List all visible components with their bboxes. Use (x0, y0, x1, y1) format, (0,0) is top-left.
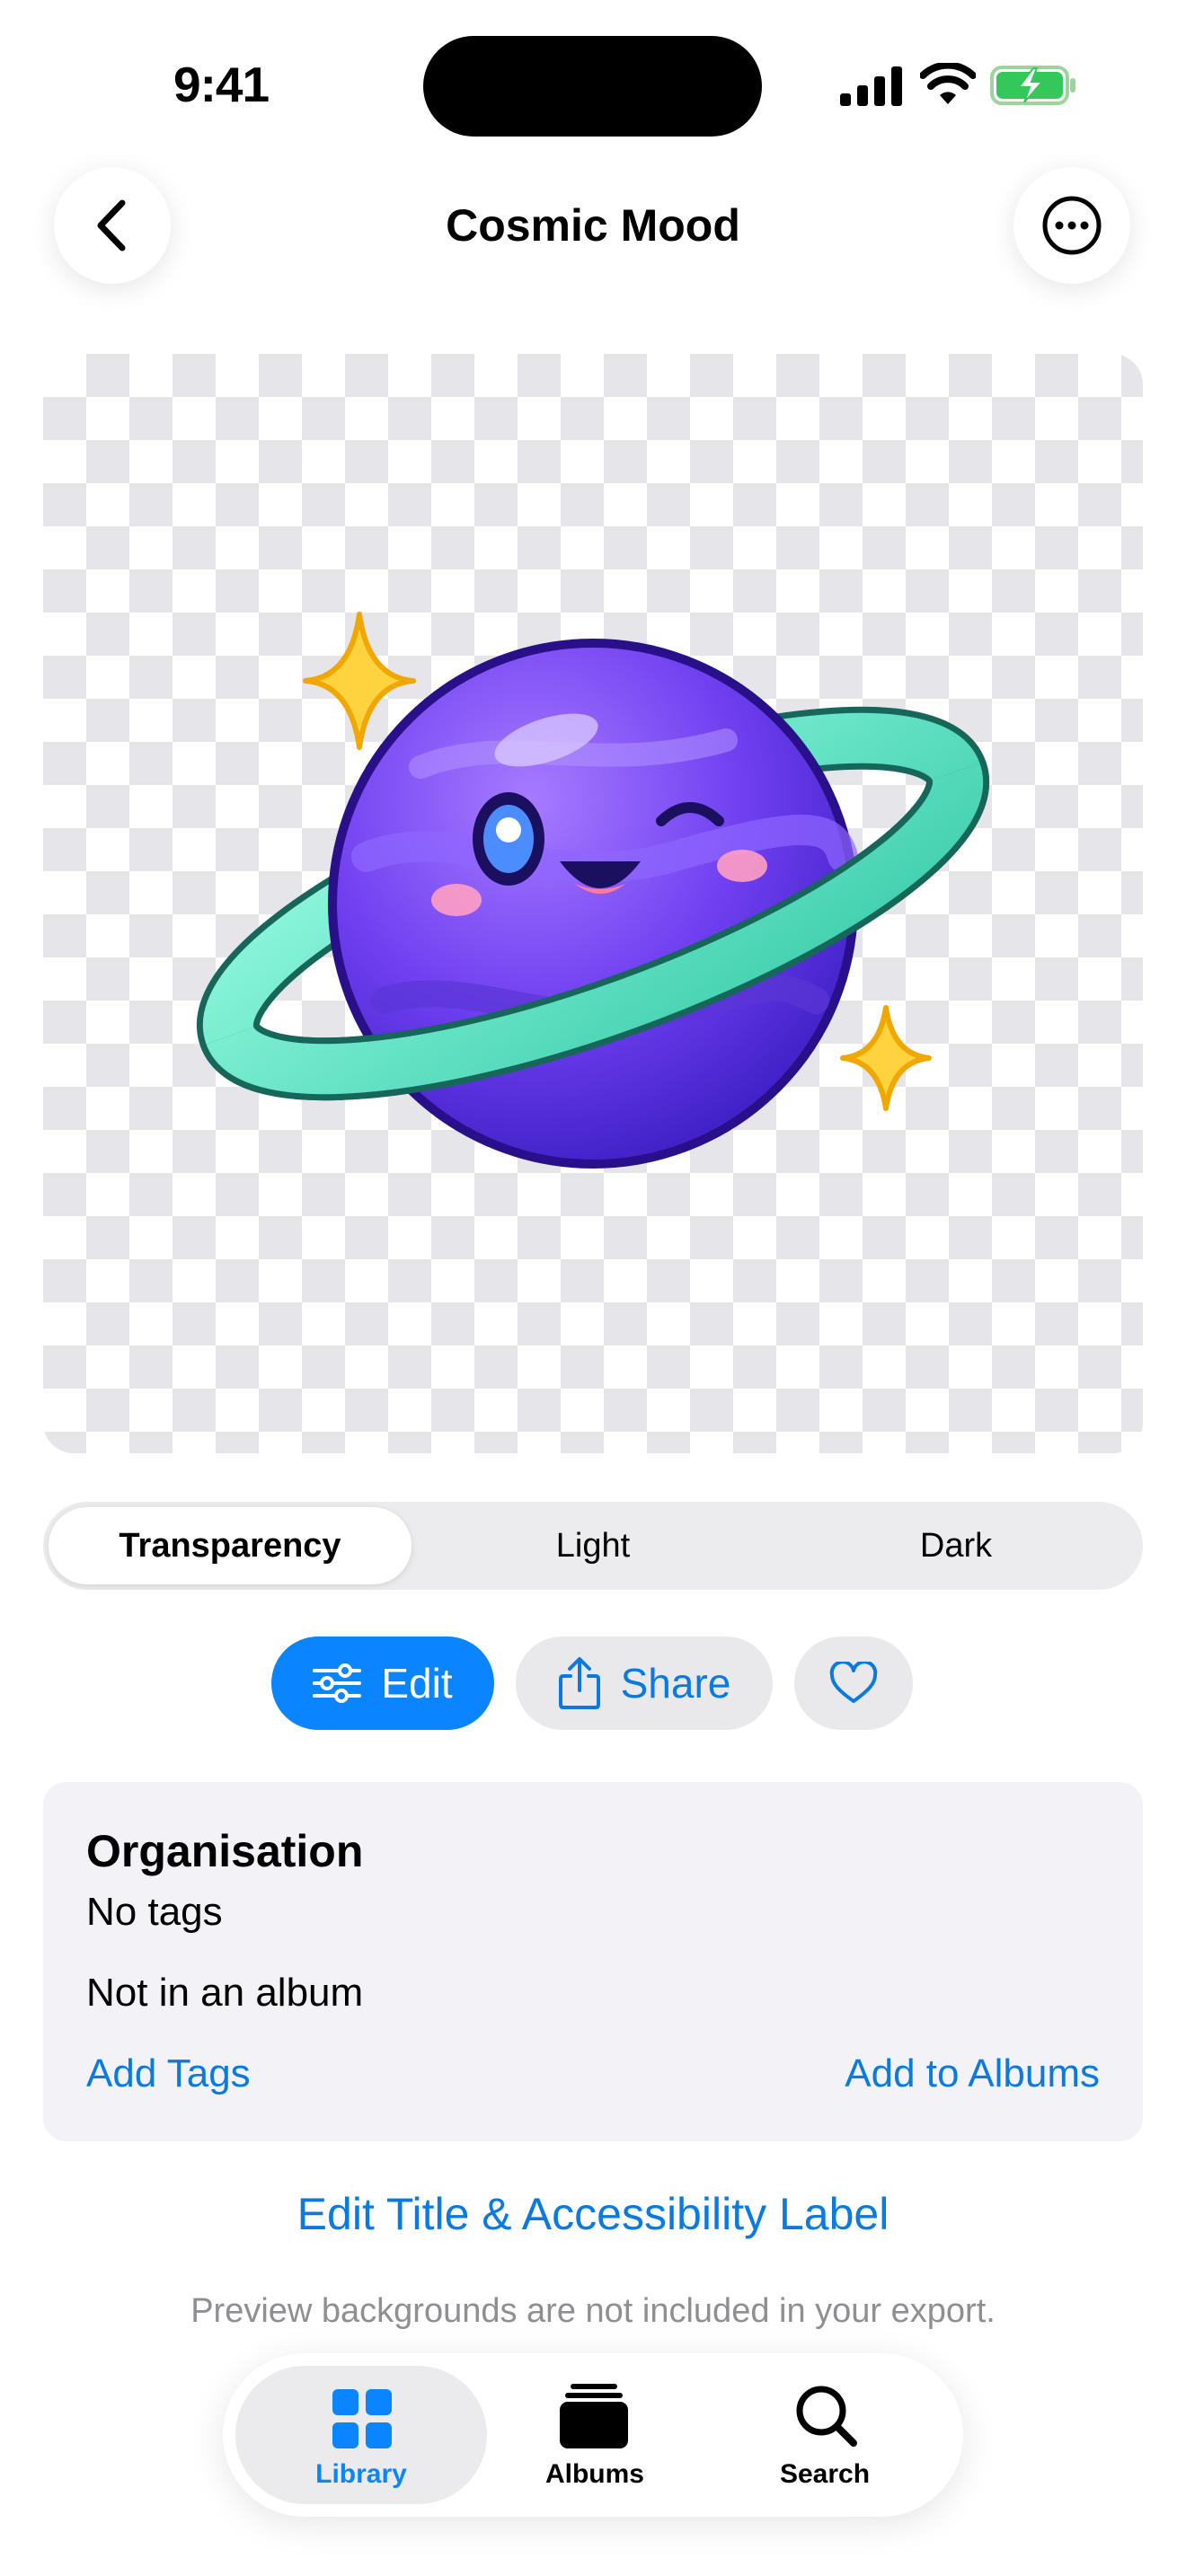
preview-background-segmented-control[interactable]: Transparency Light Dark (43, 1502, 1143, 1590)
edit-title-accessibility-link[interactable]: Edit Title & Accessibility Label (0, 2188, 1186, 2240)
status-time: 9:41 (173, 57, 270, 112)
export-footnote: Preview backgrounds are not included in … (190, 2292, 996, 2330)
tab-library-label: Library (315, 2459, 407, 2489)
share-button-label: Share (620, 1660, 731, 1707)
tab-search-label: Search (779, 2459, 871, 2489)
more-options-button[interactable] (1013, 167, 1130, 284)
tags-status: No tags (86, 1890, 223, 1934)
favorite-button[interactable] (794, 1636, 913, 1730)
album-status: Not in an album (86, 1971, 364, 2015)
sliders-icon (313, 1663, 362, 1703)
add-tags-link[interactable]: Add Tags (86, 2051, 251, 2096)
share-icon (558, 1657, 600, 1709)
grid-icon (332, 2389, 392, 2448)
planet-sticker-image (196, 612, 990, 1169)
battery-charging-icon (990, 66, 1075, 105)
segment-light[interactable]: Light (412, 1507, 774, 1584)
edit-button[interactable]: Edit (271, 1636, 494, 1730)
dynamic-island (423, 36, 762, 137)
share-button[interactable]: Share (516, 1636, 773, 1730)
ellipsis-circle-icon (1042, 196, 1102, 255)
magnifier-icon (796, 2386, 857, 2447)
edit-button-label: Edit (381, 1660, 453, 1707)
tab-albums[interactable]: Albums (487, 2371, 703, 2497)
sticker-preview (43, 354, 1143, 1453)
segment-transparency[interactable]: Transparency (49, 1507, 412, 1584)
tab-search[interactable]: Search (717, 2371, 933, 2497)
organisation-title: Organisation (86, 1826, 364, 1876)
add-to-albums-link[interactable]: Add to Albums (845, 2051, 1100, 2096)
wifi-icon (920, 63, 976, 104)
page-title: Cosmic Mood (446, 200, 740, 251)
tab-albums-label: Albums (544, 2459, 644, 2489)
stack-icon (560, 2384, 628, 2448)
segment-dark[interactable]: Dark (774, 1507, 1137, 1584)
heart-icon (829, 1662, 878, 1703)
cellular-signal-icon (840, 66, 902, 106)
tab-library[interactable]: Library (253, 2371, 469, 2497)
